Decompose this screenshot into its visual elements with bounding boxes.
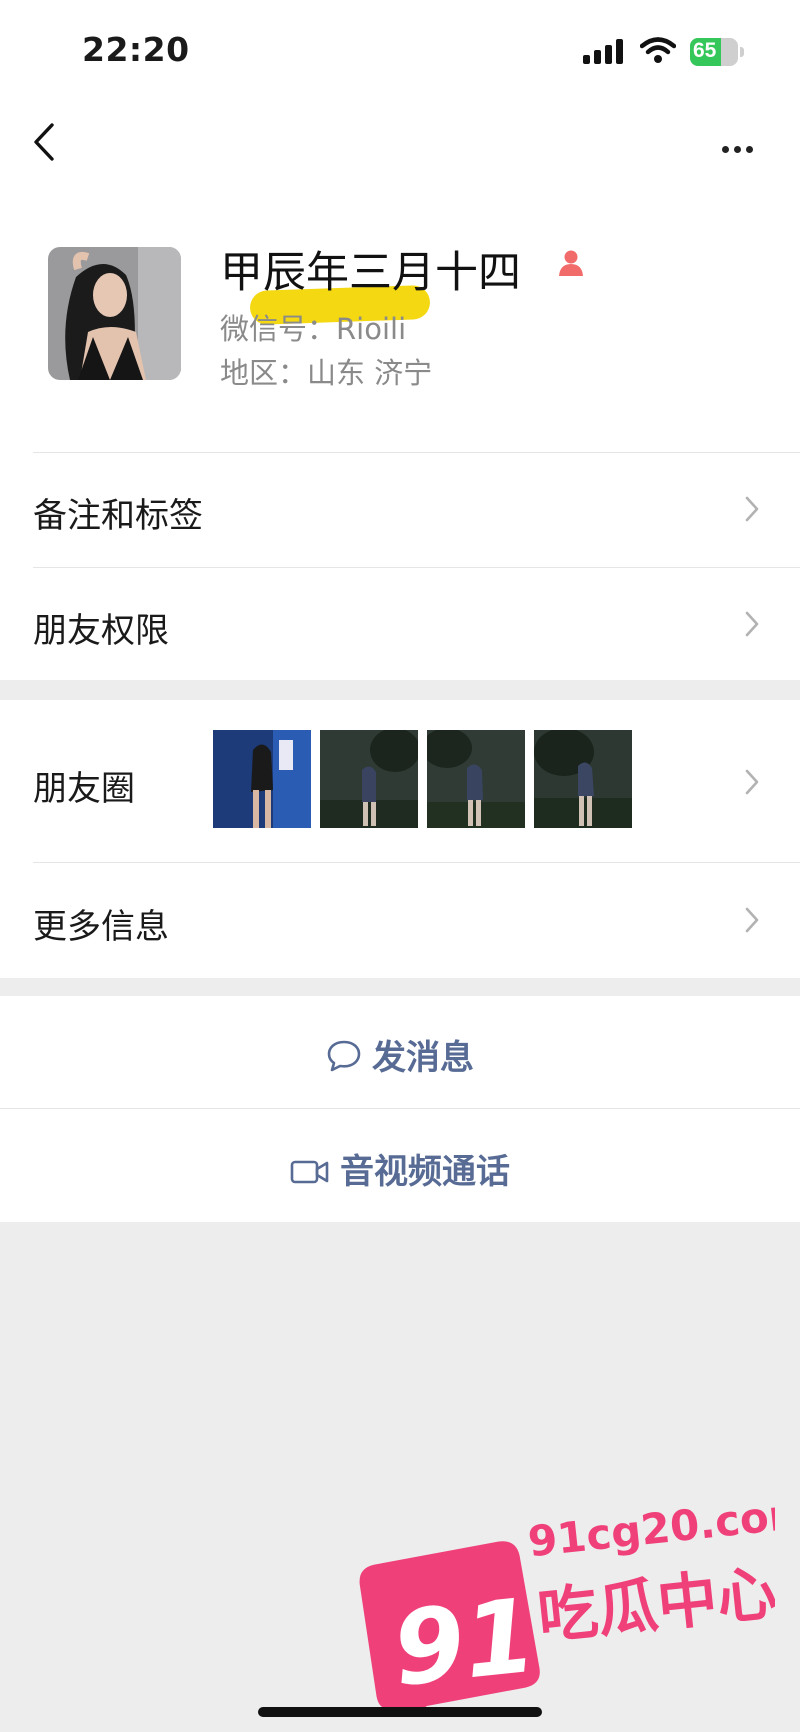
region: 地区：山东 济宁 xyxy=(220,356,433,390)
home-indicator xyxy=(258,1707,542,1717)
chevron-right-icon xyxy=(745,907,759,933)
site-watermark-logo: 91 91cg20.com 吃瓜中心 xyxy=(355,1488,800,1727)
more-info-row[interactable]: 更多信息 xyxy=(0,863,800,978)
chevron-right-icon xyxy=(745,496,759,522)
remarks-tags-row[interactable]: 备注和标签 xyxy=(0,453,800,567)
svg-text:91cg20.com: 91cg20.com xyxy=(526,1495,775,1566)
moments-photo[interactable] xyxy=(534,730,632,828)
status-time: 22:20 xyxy=(82,30,190,69)
row-label: 朋友圈 xyxy=(33,769,135,809)
chevron-right-icon xyxy=(745,769,759,795)
row-label: 备注和标签 xyxy=(33,496,203,536)
video-call-button[interactable]: 音视频通话 xyxy=(0,1109,800,1222)
female-icon xyxy=(559,250,583,276)
friend-permissions-row[interactable]: 朋友权限 xyxy=(0,568,800,680)
chevron-right-icon xyxy=(745,611,759,637)
svg-text:91: 91 xyxy=(388,1577,542,1710)
video-call-label: 音视频通话 xyxy=(340,1152,510,1192)
row-label: 朋友权限 xyxy=(33,611,169,651)
send-message-button[interactable]: 发消息 xyxy=(0,996,800,1108)
contact-name: 甲辰年三月十四 xyxy=(220,248,521,298)
back-icon[interactable] xyxy=(30,120,60,164)
battery-level: 65 xyxy=(693,39,717,62)
send-message-label: 发消息 xyxy=(372,1038,474,1078)
chat-bubble-icon xyxy=(327,1040,361,1072)
moments-row[interactable]: 朋友圈 xyxy=(0,700,800,862)
wifi-icon xyxy=(640,37,676,63)
moments-photo[interactable] xyxy=(320,730,418,828)
avatar[interactable] xyxy=(48,247,181,380)
moments-photo[interactable] xyxy=(213,730,311,828)
moments-photo[interactable] xyxy=(427,730,525,828)
video-camera-icon xyxy=(290,1160,329,1184)
row-label: 更多信息 xyxy=(33,907,169,947)
more-options-icon[interactable] xyxy=(722,138,758,157)
battery-icon: 65 xyxy=(690,38,744,68)
wechat-id: 微信号：Rioili xyxy=(220,312,407,346)
cellular-signal-icon xyxy=(583,38,625,64)
svg-text:吃瓜中心: 吃瓜中心 xyxy=(535,1558,775,1653)
